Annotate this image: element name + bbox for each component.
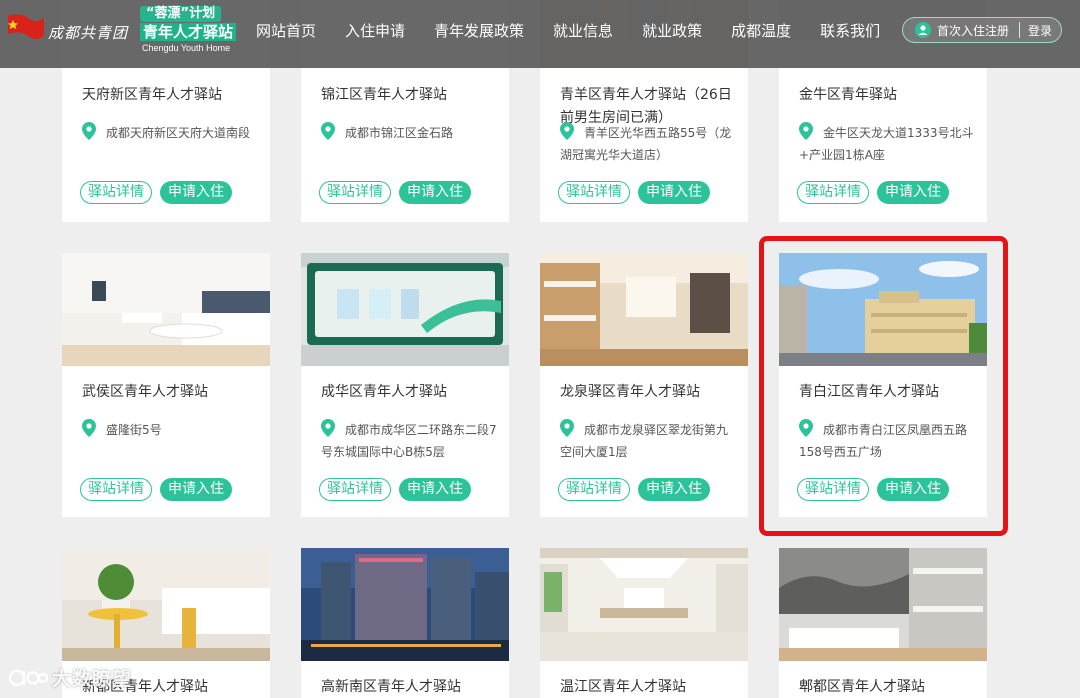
card-title[interactable]: 武侯区青年人才驿站 bbox=[82, 381, 258, 404]
apply-button[interactable]: 申请入住 bbox=[638, 181, 710, 204]
nav-apply[interactable]: 入住申请 bbox=[345, 20, 405, 42]
location-pin-icon bbox=[321, 122, 335, 140]
apply-button[interactable]: 申请入住 bbox=[399, 181, 471, 204]
address-text: 成都天府新区天府大道南段 bbox=[106, 126, 251, 140]
card-image[interactable] bbox=[301, 548, 509, 661]
watermark: 大数瞭望 bbox=[8, 664, 132, 691]
address-text: 成都市锦江区金石路 bbox=[345, 126, 454, 140]
station-card: 龙泉驿区青年人才驿站 成都市龙泉驿区翠龙街第九空间大厦1层 驿站详情 申请入住 bbox=[540, 253, 748, 517]
nav-jobs[interactable]: 就业信息 bbox=[553, 20, 613, 42]
nav-employment-policy[interactable]: 就业政策 bbox=[642, 20, 702, 42]
location-pin-icon bbox=[560, 122, 574, 140]
card-image[interactable] bbox=[62, 548, 270, 661]
highlight-box bbox=[759, 236, 1008, 536]
flag-logo-icon[interactable] bbox=[6, 12, 46, 44]
nav-contact[interactable]: 联系我们 bbox=[820, 20, 880, 42]
main-nav: 网站首页 入住申请 青年发展政策 就业信息 就业政策 成都温度 联系我们 bbox=[256, 20, 880, 42]
nav-youth-policy[interactable]: 青年发展政策 bbox=[434, 20, 524, 42]
apply-button[interactable]: 申请入住 bbox=[638, 478, 710, 501]
card-actions: 驿站详情 申请入住 bbox=[319, 478, 471, 501]
auth-divider bbox=[1019, 22, 1021, 38]
card-address: 金牛区天龙大道1333号北斗+产业园1栋A座 bbox=[799, 122, 977, 166]
station-detail-button[interactable]: 驿站详情 bbox=[558, 181, 630, 204]
card-address: 成都天府新区天府大道南段 bbox=[82, 122, 260, 144]
card-actions: 驿站详情 申请入住 bbox=[80, 181, 232, 204]
card-address: 成都市锦江区金石路 bbox=[321, 122, 499, 144]
apply-button[interactable]: 申请入住 bbox=[160, 181, 232, 204]
location-pin-icon bbox=[82, 419, 96, 437]
card-actions: 驿站详情 申请入住 bbox=[319, 181, 471, 204]
station-card: 温江区青年人才驿站 bbox=[540, 548, 748, 698]
station-detail-button[interactable]: 驿站详情 bbox=[558, 478, 630, 501]
location-pin-icon bbox=[321, 419, 335, 437]
card-title[interactable]: 金牛区青年驿站 bbox=[799, 84, 975, 107]
station-detail-button[interactable]: 驿站详情 bbox=[797, 181, 869, 204]
card-image[interactable] bbox=[62, 253, 270, 366]
card-address: 成都市成华区二环路东二段7号东城国际中心B栋5层 bbox=[321, 419, 499, 463]
card-address: 盛隆街5号 bbox=[82, 419, 260, 441]
station-card: 成华区青年人才驿站 成都市成华区二环路东二段7号东城国际中心B栋5层 驿站详情 … bbox=[301, 253, 509, 517]
card-title[interactable]: 天府新区青年人才驿站 bbox=[82, 84, 258, 107]
card-actions: 驿站详情 申请入住 bbox=[558, 478, 710, 501]
card-title[interactable]: 高新南区青年人才驿站 bbox=[321, 676, 497, 698]
site-subtitle: Chengdu Youth Home bbox=[142, 43, 231, 53]
nav-chengdu-warmth[interactable]: 成都温度 bbox=[731, 20, 791, 42]
login-link[interactable]: 登录 bbox=[1028, 22, 1052, 39]
station-detail-button[interactable]: 驿站详情 bbox=[319, 181, 391, 204]
card-actions: 驿站详情 申请入住 bbox=[797, 181, 949, 204]
station-detail-button[interactable]: 驿站详情 bbox=[319, 478, 391, 501]
address-text: 成都市龙泉驿区翠龙街第九空间大厦1层 bbox=[560, 423, 729, 459]
plan-badge: “蓉漂”计划 bbox=[140, 6, 222, 22]
card-title[interactable]: 龙泉驿区青年人才驿站 bbox=[560, 381, 736, 404]
location-pin-icon bbox=[82, 122, 96, 140]
apply-button[interactable]: 申请入住 bbox=[160, 478, 232, 501]
card-title[interactable]: 温江区青年人才驿站 bbox=[560, 676, 736, 698]
card-title[interactable]: 锦江区青年人才驿站 bbox=[321, 84, 497, 107]
card-title[interactable]: 郫都区青年人才驿站 bbox=[799, 676, 975, 698]
apply-button[interactable]: 申请入住 bbox=[399, 478, 471, 501]
site-title: 青年人才驿站 bbox=[140, 23, 237, 41]
register-link[interactable]: 首次入住注册 bbox=[937, 22, 1009, 39]
address-text: 金牛区天龙大道1333号北斗+产业园1栋A座 bbox=[799, 126, 974, 162]
site-header: 成都共青团 “蓉漂”计划 青年人才驿站 Chengdu Youth Home 网… bbox=[0, 0, 1080, 68]
watermark-logo-icon bbox=[8, 669, 48, 686]
station-detail-button[interactable]: 驿站详情 bbox=[80, 478, 152, 501]
card-address: 青羊区光华西五路55号（龙湖冠寓光华大道店） bbox=[560, 122, 738, 166]
auth-box: 首次入住注册 登录 bbox=[902, 17, 1062, 43]
card-actions: 驿站详情 申请入住 bbox=[80, 478, 232, 501]
station-detail-button[interactable]: 驿站详情 bbox=[80, 181, 152, 204]
org-name[interactable]: 成都共青团 bbox=[48, 22, 128, 43]
site-logo[interactable]: “蓉漂”计划 青年人才驿站 Chengdu Youth Home bbox=[136, 6, 240, 56]
address-text: 盛隆街5号 bbox=[106, 423, 162, 437]
location-pin-icon bbox=[560, 419, 574, 437]
station-card: 高新南区青年人才驿站 bbox=[301, 548, 509, 698]
card-title[interactable]: 成华区青年人才驿站 bbox=[321, 381, 497, 404]
card-image[interactable] bbox=[301, 253, 509, 366]
location-pin-icon bbox=[799, 122, 813, 140]
station-card: 武侯区青年人才驿站 盛隆街5号 驿站详情 申请入住 bbox=[62, 253, 270, 517]
address-text: 青羊区光华西五路55号（龙湖冠寓光华大道店） bbox=[560, 126, 732, 162]
nav-home[interactable]: 网站首页 bbox=[256, 20, 316, 42]
apply-button[interactable]: 申请入住 bbox=[877, 181, 949, 204]
card-image[interactable] bbox=[540, 253, 748, 366]
user-icon bbox=[915, 22, 931, 38]
card-image[interactable] bbox=[779, 548, 987, 661]
address-text: 成都市成华区二环路东二段7号东城国际中心B栋5层 bbox=[321, 423, 497, 459]
watermark-text: 大数瞭望 bbox=[52, 668, 133, 690]
card-actions: 驿站详情 申请入住 bbox=[558, 181, 710, 204]
card-address: 成都市龙泉驿区翠龙街第九空间大厦1层 bbox=[560, 419, 738, 463]
card-image[interactable] bbox=[540, 548, 748, 661]
station-card: 郫都区青年人才驿站 bbox=[779, 548, 987, 698]
